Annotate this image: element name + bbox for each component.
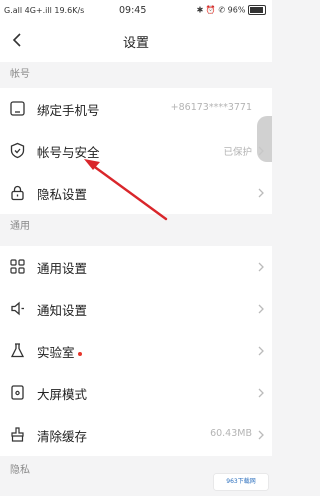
status-time: 09:45 bbox=[119, 5, 147, 16]
nav-bar: 设置 bbox=[0, 22, 272, 62]
row-label: 实验室 bbox=[37, 342, 82, 361]
phone-icon bbox=[10, 101, 25, 116]
broom-icon bbox=[11, 427, 24, 442]
chevron-right-icon bbox=[258, 188, 264, 198]
phone-number-value: +86173****3771 bbox=[170, 102, 252, 113]
row-general-settings[interactable]: 通用设置 bbox=[0, 246, 272, 288]
screen-icon bbox=[11, 385, 24, 400]
row-label: 绑定手机号 bbox=[37, 103, 100, 118]
row-notification-settings[interactable]: 通知设置 bbox=[0, 288, 272, 330]
row-label: 隐私设置 bbox=[37, 187, 88, 202]
chevron-right-icon bbox=[258, 304, 264, 314]
lock-icon bbox=[11, 185, 24, 201]
row-label: 通用设置 bbox=[37, 261, 88, 276]
row-label: 通知设置 bbox=[37, 303, 88, 318]
row-lab[interactable]: 实验室 bbox=[0, 330, 272, 372]
page-title: 设置 bbox=[122, 36, 149, 51]
chevron-right-icon bbox=[258, 262, 264, 272]
chevron-right-icon bbox=[258, 388, 264, 398]
watermark-logo: 963下载网 bbox=[214, 474, 268, 490]
status-bar: G.all 4G+.ill 19.6K/s 09:45 ✱ ⏰ ✆ 96% bbox=[0, 0, 272, 22]
signal-info: G.all 4G+.ill 19.6K/s bbox=[4, 6, 85, 15]
security-status-value: 已保护 bbox=[223, 147, 252, 158]
chevron-right-icon bbox=[258, 430, 264, 440]
row-bind-phone[interactable]: 绑定手机号 +86173****3771 bbox=[0, 88, 272, 130]
section-header-general: 通用 bbox=[10, 221, 30, 232]
cache-size-value: 60.43MB bbox=[210, 428, 252, 439]
row-account-security[interactable]: 帐号与安全 已保护 bbox=[0, 130, 272, 172]
row-big-screen[interactable]: 大屏模式 bbox=[0, 372, 272, 414]
side-drag-handle[interactable] bbox=[257, 116, 272, 162]
row-label: 清除缓存 bbox=[37, 429, 88, 444]
chevron-right-icon bbox=[258, 346, 264, 356]
flask-icon bbox=[10, 343, 25, 358]
row-label: 帐号与安全 bbox=[37, 145, 100, 160]
new-dot-badge bbox=[77, 351, 82, 356]
shield-icon bbox=[10, 142, 25, 159]
row-clear-cache[interactable]: 清除缓存 60.43MB bbox=[0, 414, 272, 456]
row-privacy-settings[interactable]: 隐私设置 bbox=[0, 172, 272, 214]
status-right: ✱ ⏰ ✆ 96% bbox=[197, 5, 266, 15]
grid-icon bbox=[10, 259, 25, 274]
battery-icon bbox=[248, 5, 266, 15]
speaker-icon bbox=[11, 301, 24, 316]
row-label: 大屏模式 bbox=[37, 387, 88, 402]
status-icons: ✱ ⏰ ✆ 96% bbox=[196, 5, 246, 15]
